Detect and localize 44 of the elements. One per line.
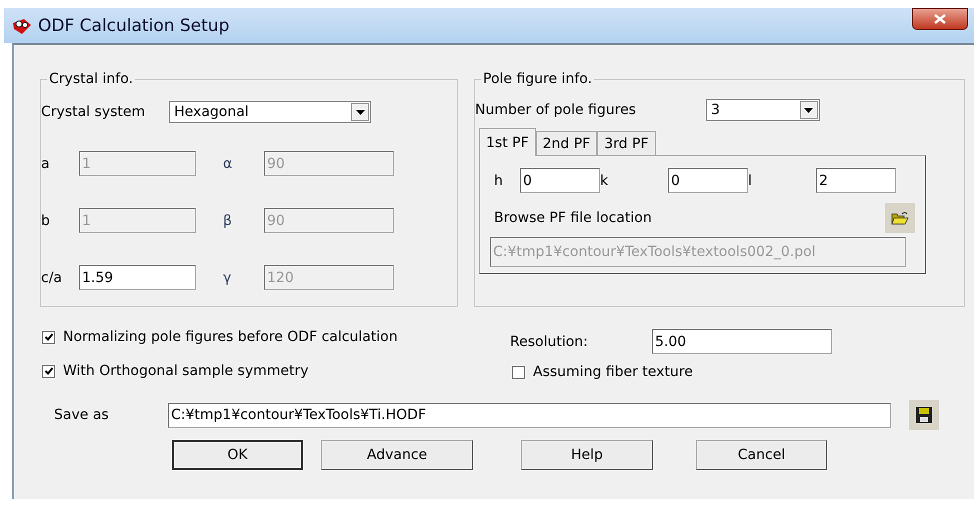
tab[interactable]: 1st PF [479,128,536,156]
input-field[interactable]: 2 [816,168,896,193]
input-field[interactable]: 5.00 [652,329,832,354]
folder-icon [891,210,909,226]
checkbox-label: Normalizing pole figures before ODF calculation [63,329,398,345]
dialog-button[interactable]: OK [172,440,303,470]
close-icon [933,14,947,24]
field-label: α [223,156,234,172]
field-label: a [41,156,51,172]
checkbox[interactable] [512,366,525,378]
save-button[interactable] [909,400,939,430]
input-field[interactable]: 1.59 [79,265,196,290]
field-label: γ [223,270,232,286]
tab[interactable]: 2nd PF [536,131,598,155]
open-folder-button[interactable] [885,203,915,233]
input-field[interactable]: 0 [668,168,748,193]
field-label: β [223,212,233,228]
checkbox-label: With Orthogonal sample symmetry [63,363,309,379]
checkbox[interactable] [42,364,55,378]
field-label: b [41,212,51,228]
dialog-button[interactable]: Help [521,440,653,470]
tab[interactable]: 3rd PF [597,131,656,155]
group-title: Crystal info. [48,71,134,87]
group-title: Pole figure info. [482,71,594,87]
field-label: Browse PF file location [494,210,652,226]
field-label: h [494,172,504,188]
window-title: ODF Calculation Setup [38,16,230,36]
checkbox-label: Assuming fiber texture [533,364,693,380]
dialog-button[interactable]: Advance [321,440,473,470]
crystal-system-dropdown[interactable]: Hexagonal [169,101,372,123]
close-button[interactable] [912,8,968,30]
field-label: Resolution: [510,334,589,350]
field-label: l [748,172,753,188]
input-field[interactable]: 0 [520,168,600,193]
field-label: k [600,172,610,188]
checkbox[interactable] [42,330,55,344]
field-label: Number of pole figures [475,102,636,118]
app-icon [12,16,32,34]
dialog-button[interactable]: Cancel [696,440,827,470]
field-label: Crystal system [41,104,146,120]
field-label: Save as [54,407,110,423]
pole-figure-count-dropdown[interactable]: 3 [706,99,820,121]
input-field[interactable]: C:¥tmp1¥contour¥TexTools¥Ti.HODF [168,402,891,428]
field-label: c/a [41,270,63,286]
